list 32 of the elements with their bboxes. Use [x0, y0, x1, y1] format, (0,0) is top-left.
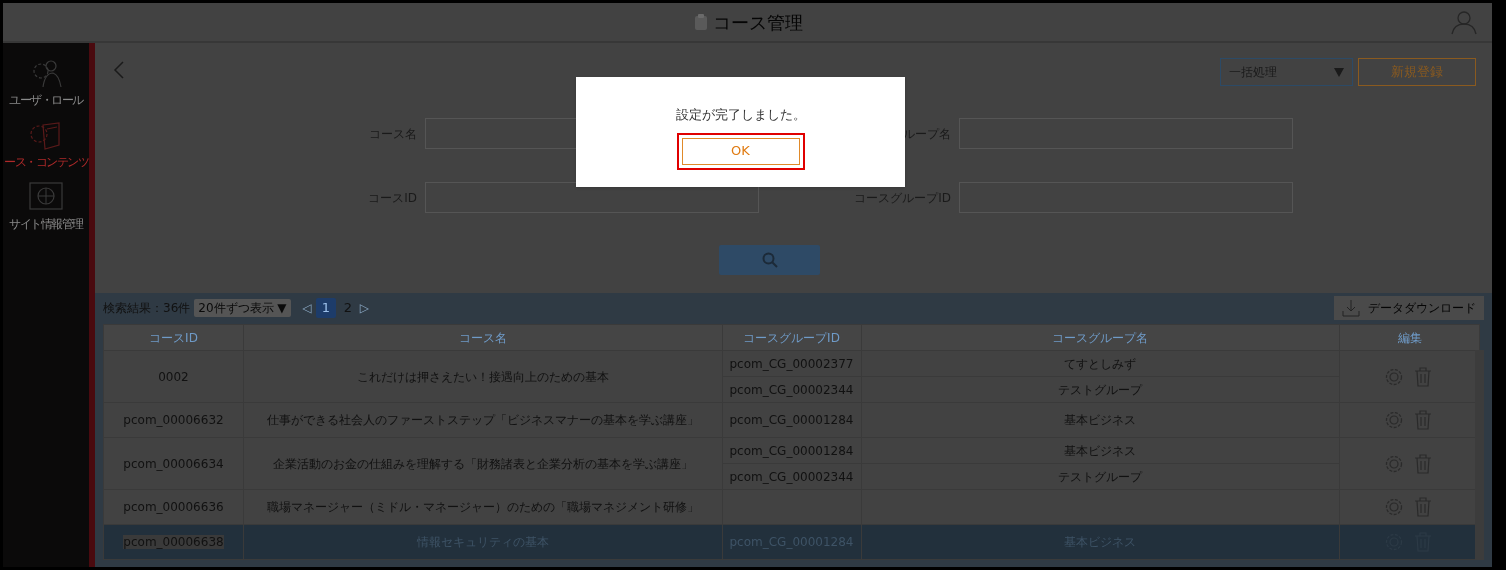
globe-icon: [27, 181, 65, 213]
clipboard-icon: [692, 13, 709, 31]
column-header: コースグループ名: [861, 324, 1340, 351]
download-icon: [1342, 299, 1360, 317]
page-title: コース管理: [712, 10, 803, 35]
gear-icon[interactable]: [1383, 410, 1404, 430]
column-header: コースグループID: [722, 324, 861, 351]
column-header: 編集: [1339, 324, 1480, 351]
new-registration-button[interactable]: 新規登録: [1358, 58, 1476, 86]
trash-icon[interactable]: [1413, 453, 1432, 474]
column-header: コースID: [103, 324, 244, 351]
gear-icon[interactable]: [1383, 453, 1404, 474]
ok-button[interactable]: OK: [681, 137, 800, 165]
next-page-button[interactable]: ▷: [359, 299, 370, 317]
dropdown-caret-icon: [1334, 67, 1344, 77]
sidebar-item[interactable]: ユーザ・ロール: [9, 57, 83, 109]
trash-icon[interactable]: [1413, 410, 1432, 430]
previous-page-button[interactable]: ◁: [302, 299, 312, 317]
search-icon: [761, 252, 778, 268]
search-button[interactable]: [719, 245, 820, 275]
back-icon[interactable]: [113, 61, 125, 79]
gear-icon[interactable]: [1383, 497, 1404, 517]
user-icon[interactable]: [1450, 9, 1478, 35]
dialog-message: 設定が完了しました。: [675, 106, 806, 124]
gear-icon[interactable]: [1383, 366, 1404, 387]
sidebar-item[interactable]: ース・コンテンツ: [4, 119, 88, 171]
sidebar-item[interactable]: サイト情報管理: [9, 181, 83, 233]
page-size-select[interactable]: 20件ずつ表示 ▼: [194, 299, 291, 317]
trash-icon[interactable]: [1413, 497, 1432, 517]
trash-icon[interactable]: [1413, 366, 1432, 387]
page-button[interactable]: 1: [315, 298, 336, 318]
column-header: コース名: [243, 324, 722, 351]
